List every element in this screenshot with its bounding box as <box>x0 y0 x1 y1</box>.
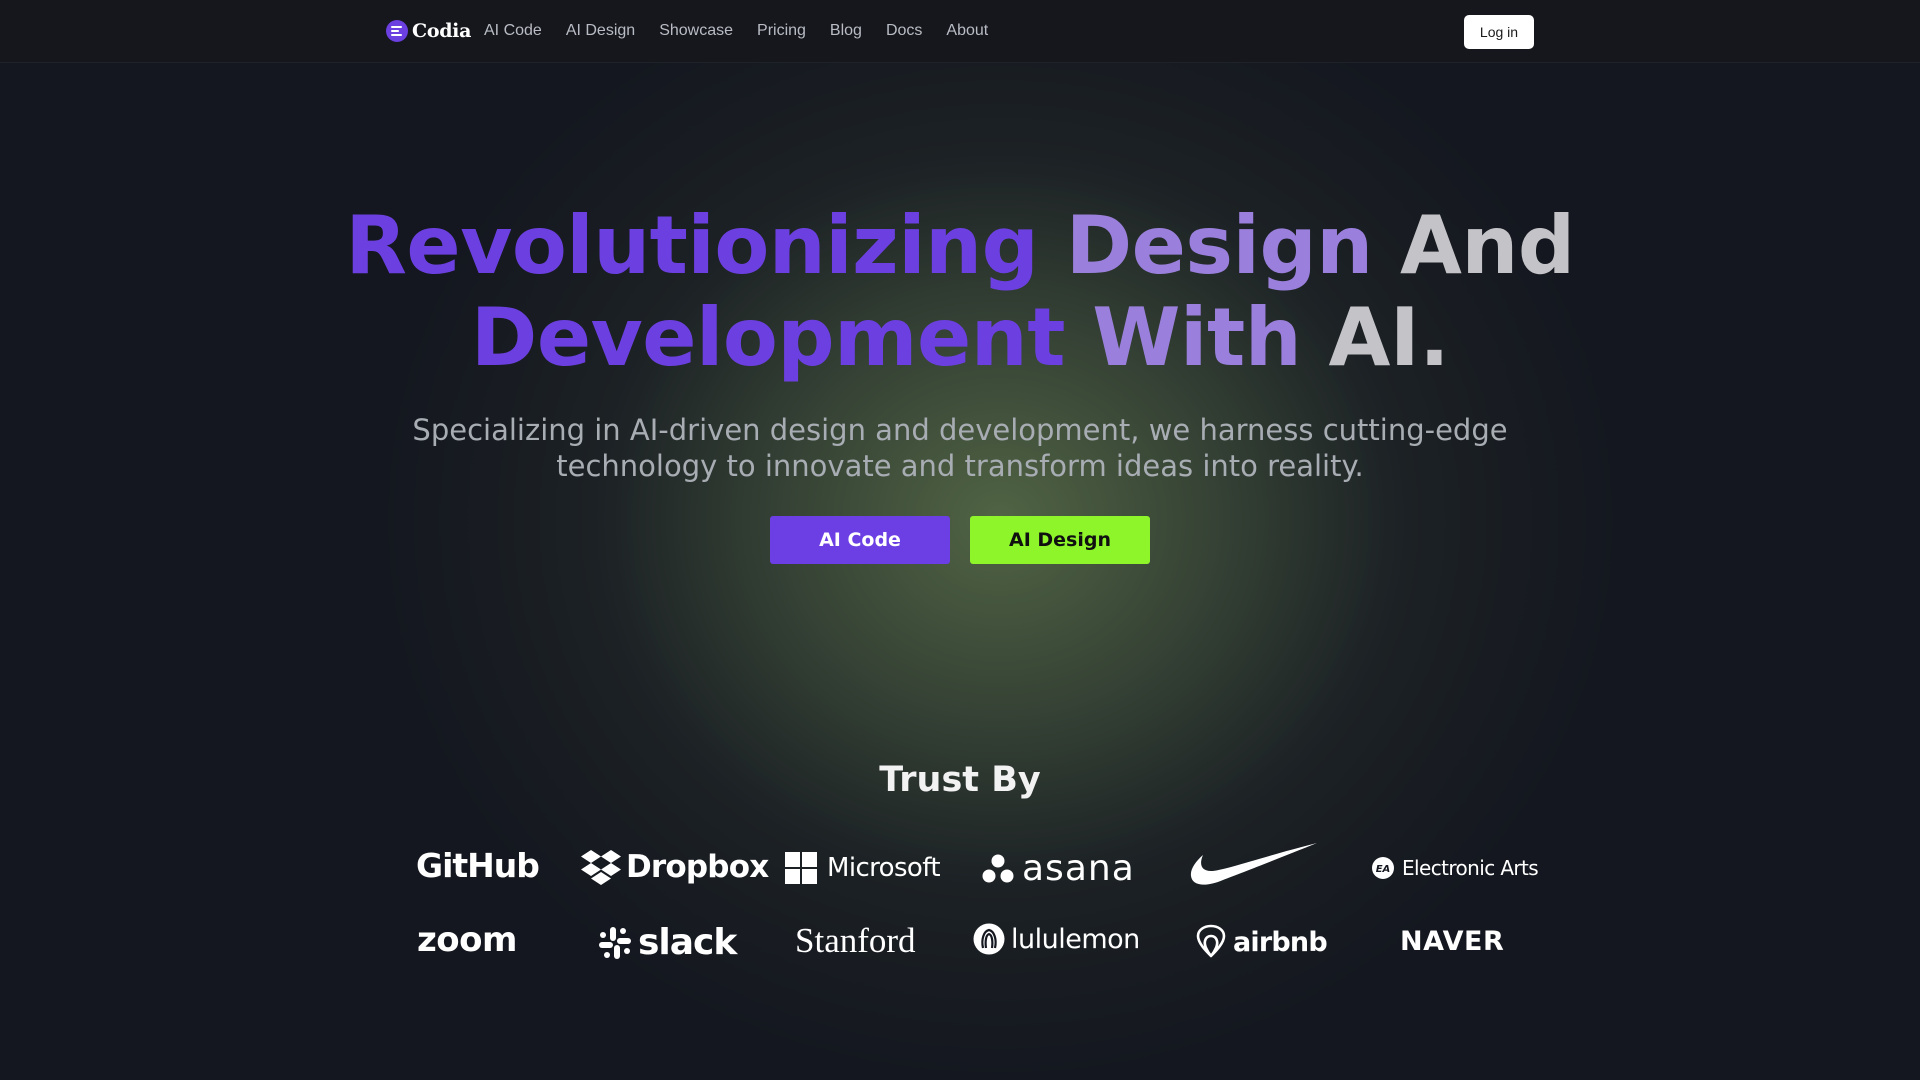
trust-title: Trust By <box>879 760 1041 800</box>
zoom-wordmark: zoom <box>417 920 517 960</box>
logo-microsoft: Microsoft <box>785 852 941 884</box>
logo-lululemon: lululemon <box>973 923 1140 955</box>
codia-logo-icon <box>386 20 408 42</box>
logo-slack: slack <box>598 922 737 963</box>
top-nav: Codia AI Code AI Design Showcase Pricing… <box>0 0 1920 63</box>
hero-title-word: AI. <box>1328 291 1450 384</box>
hero-title: Revolutionizing Design And Development W… <box>0 200 1920 384</box>
hero-title-word: With <box>1092 291 1302 384</box>
lululemon-wordmark: lululemon <box>1011 923 1140 955</box>
nav-link-ai-code[interactable]: AI Code <box>484 22 542 40</box>
logo-stanford: Stanford <box>795 921 916 961</box>
nav-link-blog[interactable]: Blog <box>830 22 862 40</box>
logo-airbnb: airbnb <box>1193 923 1328 961</box>
naver-wordmark: NAVER <box>1400 926 1505 957</box>
asana-wordmark: asana <box>1022 848 1135 889</box>
hero-subtitle-line: Specializing in AI-driven design and dev… <box>412 413 1508 447</box>
logo-naver: NAVER <box>1400 926 1504 957</box>
hero-subtitle-line: technology to innovate and transform ide… <box>556 449 1364 483</box>
lululemon-icon <box>973 923 1005 955</box>
ea-icon: EA <box>1371 856 1395 880</box>
stanford-wordmark: Stanford <box>795 921 916 960</box>
hero-title-word: And <box>1400 199 1575 292</box>
dropbox-wordmark: Dropbox <box>626 849 769 885</box>
logo-dropbox: Dropbox <box>581 848 769 886</box>
microsoft-wordmark: Microsoft <box>827 853 941 883</box>
dropbox-icon <box>581 848 621 886</box>
hero-subtitle: Specializing in AI-driven design and dev… <box>400 412 1520 484</box>
github-wordmark: GitHub <box>416 846 540 885</box>
microsoft-icon <box>785 852 817 884</box>
airbnb-wordmark: airbnb <box>1233 926 1328 958</box>
nav-links: AI Code AI Design Showcase Pricing Blog … <box>484 22 988 40</box>
hero-title-word: Design <box>1065 199 1373 292</box>
logo-nike <box>1190 842 1318 890</box>
slack-wordmark: slack <box>638 922 737 963</box>
ai-design-button[interactable]: AI Design <box>970 516 1150 564</box>
asana-icon <box>982 854 1014 884</box>
nike-swoosh-icon <box>1190 842 1318 890</box>
nav-link-docs[interactable]: Docs <box>886 22 922 40</box>
nav-link-about[interactable]: About <box>946 22 988 40</box>
brand-logo-link[interactable]: Codia <box>386 20 471 42</box>
nav-link-pricing[interactable]: Pricing <box>757 22 806 40</box>
page: Codia AI Code AI Design Showcase Pricing… <box>0 0 1920 1080</box>
login-button[interactable]: Log in <box>1464 15 1534 49</box>
slack-icon <box>598 926 632 960</box>
svg-text:EA: EA <box>1376 864 1391 875</box>
airbnb-icon <box>1193 923 1229 961</box>
brand-name: Codia <box>412 20 472 42</box>
logo-asana: asana <box>982 848 1135 889</box>
logo-electronic-arts: EA Electronic Arts <box>1371 856 1539 880</box>
hero-title-word: Revolutionizing <box>345 199 1039 292</box>
ai-code-button[interactable]: AI Code <box>770 516 950 564</box>
electronic-arts-wordmark: Electronic Arts <box>1402 856 1539 880</box>
hero-title-word: Development <box>470 291 1066 384</box>
logo-github: GitHub <box>416 846 540 885</box>
logo-zoom: zoom <box>417 920 517 960</box>
nav-link-ai-design[interactable]: AI Design <box>566 22 635 40</box>
nav-link-showcase[interactable]: Showcase <box>659 22 733 40</box>
